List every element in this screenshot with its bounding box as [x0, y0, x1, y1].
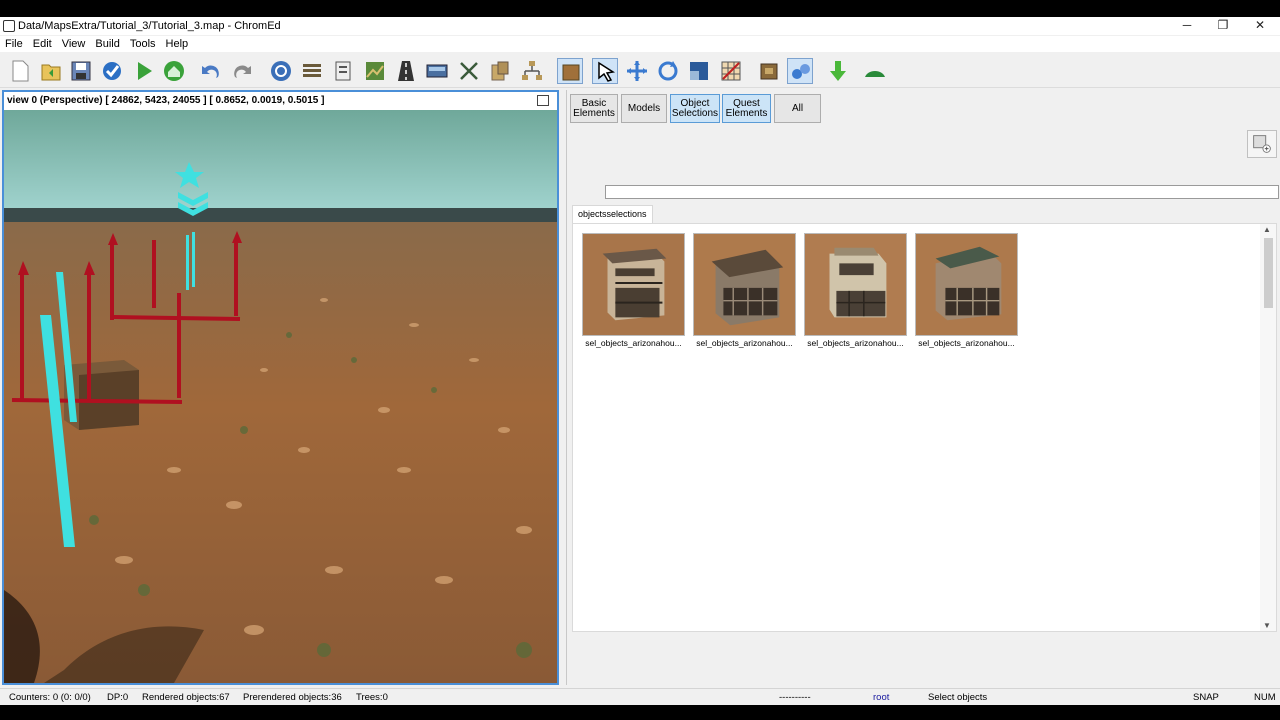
toolbar — [0, 54, 1280, 88]
maximize-button[interactable]: ❐ — [1205, 17, 1241, 35]
document-icon[interactable] — [330, 58, 356, 84]
status-dp: DP:0 — [107, 692, 129, 703]
cut-icon[interactable] — [456, 58, 482, 84]
scroll-up-icon[interactable]: ▲ — [1263, 225, 1271, 234]
tab-basic-elements[interactable]: Basic Elements — [570, 94, 618, 123]
thumbnail-image — [915, 233, 1018, 336]
gallery-scrollbar[interactable]: ▲ ▼ — [1260, 224, 1276, 631]
thumbnail-item[interactable]: sel_objects_arizonahou... — [804, 233, 907, 348]
link-objects-icon[interactable] — [787, 58, 813, 84]
status-mode: Select objects — [928, 692, 988, 703]
terrain-icon[interactable] — [362, 58, 388, 84]
prefab-icon[interactable] — [756, 58, 782, 84]
thumbnail-item[interactable]: sel_objects_arizonahou... — [915, 233, 1018, 348]
thumbnail-image — [693, 233, 796, 336]
status-prerendered-objects: Prerendered objects:36 — [243, 692, 342, 703]
snap-grid-icon[interactable] — [718, 58, 744, 84]
viewport-camera-info: view 0 (Perspective) [ 24862, 5423, 2405… — [7, 95, 325, 106]
hierarchy-icon[interactable] — [519, 58, 545, 84]
thumbnail-label: sel_objects_arizonahou... — [918, 338, 1015, 348]
close-button[interactable]: ✕ — [1242, 17, 1278, 35]
status-bar: Counters: 0 (0: 0/0) DP:0 Rendered objec… — [0, 688, 1280, 705]
app-icon — [3, 20, 15, 32]
status-dashes: ---------- — [779, 692, 811, 703]
thumbnail-gallery: sel_objects_arizonahou... sel_objects_ar… — [572, 223, 1277, 632]
object-browser-panel: Basic Elements Models Object Selections Qu… — [566, 90, 1280, 685]
tab-objectsselections[interactable]: objectsselections — [572, 205, 653, 223]
chromed-window: Data/MapsExtra/Tutorial_3/Tutorial_3.map… — [0, 17, 1280, 705]
menu-build[interactable]: Build — [90, 36, 124, 52]
tab-object-selections[interactable]: Object Selections — [670, 94, 720, 123]
window-title: Data/MapsExtra/Tutorial_3/Tutorial_3.map… — [18, 20, 281, 32]
add-collection-button[interactable] — [1247, 130, 1277, 158]
menu-bar: File Edit View Build Tools Help — [0, 36, 1280, 52]
road-icon[interactable] — [393, 58, 419, 84]
status-counters: Counters: 0 (0: 0/0) — [9, 692, 91, 703]
status-num: NUM — [1254, 692, 1276, 703]
thumbnail-image — [804, 233, 907, 336]
object-palette-icon[interactable] — [557, 58, 583, 84]
drop-to-ground-icon[interactable] — [825, 58, 851, 84]
viewport-restore-icon[interactable] — [537, 95, 549, 106]
menu-tools[interactable]: Tools — [125, 36, 161, 52]
save-icon[interactable] — [68, 58, 94, 84]
perspective-viewport[interactable]: view 0 (Perspective) [ 24862, 5423, 2405… — [2, 90, 559, 685]
redo-icon[interactable] — [230, 58, 256, 84]
play-icon[interactable] — [131, 58, 157, 84]
search-input[interactable] — [605, 185, 1279, 199]
thumbnail-label: sel_objects_arizonahou... — [585, 338, 682, 348]
image-icon[interactable] — [424, 58, 450, 84]
menu-edit[interactable]: Edit — [28, 36, 57, 52]
scrollbar-thumb[interactable] — [1264, 238, 1273, 308]
tab-quest-elements[interactable]: Quest Elements — [722, 94, 771, 123]
paste-icon[interactable] — [487, 58, 513, 84]
check-icon[interactable] — [99, 58, 125, 84]
thumbnail-label: sel_objects_arizonahou... — [696, 338, 793, 348]
move-icon[interactable] — [624, 58, 650, 84]
thumbnail-item[interactable]: sel_objects_arizonahou... — [582, 233, 685, 348]
menu-help[interactable]: Help — [161, 36, 194, 52]
open-folder-icon[interactable] — [38, 58, 64, 84]
menu-file[interactable]: File — [0, 36, 28, 52]
menu-view[interactable]: View — [57, 36, 91, 52]
status-rendered-objects: Rendered objects:67 — [142, 692, 230, 703]
status-snap: SNAP — [1193, 692, 1219, 703]
new-file-icon[interactable] — [7, 58, 33, 84]
select-arrow-icon[interactable] — [592, 58, 618, 84]
status-root: root — [873, 692, 890, 703]
minimize-button[interactable]: ─ — [1169, 17, 1205, 35]
viewport-header: view 0 (Perspective) [ 24862, 5423, 2405… — [4, 92, 557, 110]
title-bar: Data/MapsExtra/Tutorial_3/Tutorial_3.map… — [0, 17, 1280, 35]
terrain-mound-icon[interactable] — [862, 58, 888, 84]
tab-all[interactable]: All — [774, 94, 821, 123]
rotate-icon[interactable] — [655, 58, 681, 84]
scene-render[interactable] — [4, 110, 557, 683]
status-trees: Trees:0 — [356, 692, 388, 703]
layers-icon[interactable] — [299, 58, 325, 84]
undo-icon[interactable] — [197, 58, 223, 84]
thumbnail-image — [582, 233, 685, 336]
thumbnail-item[interactable]: sel_objects_arizonahou... — [693, 233, 796, 348]
add-collection-icon — [1253, 135, 1271, 153]
home-icon[interactable] — [161, 58, 187, 84]
scale-icon[interactable] — [686, 58, 712, 84]
thumbnail-label: sel_objects_arizonahou... — [807, 338, 904, 348]
scroll-down-icon[interactable]: ▼ — [1263, 621, 1271, 630]
globe-icon[interactable] — [268, 58, 294, 84]
tab-models[interactable]: Models — [621, 94, 667, 123]
